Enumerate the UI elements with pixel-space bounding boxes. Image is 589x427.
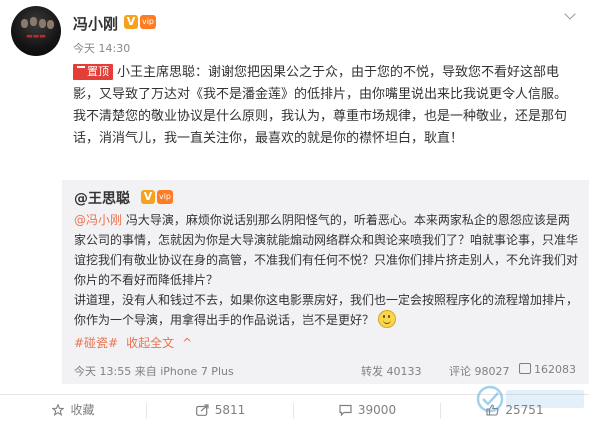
repost-box[interactable]: @王思聪 V vip @冯小刚 冯大导演，麻烦你说话别那么阴阳怪气的，听着恶心。… — [62, 180, 589, 384]
vip-badge-icon[interactable]: vip — [157, 190, 173, 204]
repost-comment-count[interactable]: 评论 98027 — [449, 363, 510, 379]
repost-text-part1: 冯大导演，麻烦你说话别那么阴阳怪气的，听着恶心。本来两家私企的恩怨应该是两家公司… — [74, 213, 579, 287]
vip-badge-icon[interactable]: vip — [140, 15, 156, 29]
mention-link[interactable]: @冯小刚 — [74, 213, 122, 227]
repost-text-part2: 讲道理，没有人和钱过不去，如果你这电影票房好，我们也一定会按照程序化的流程增加排… — [74, 293, 579, 327]
share-count: 5811 — [214, 403, 246, 417]
avatar-face — [39, 19, 46, 28]
pin-icon — [77, 66, 85, 76]
repost-like-count[interactable]: 162083 — [519, 363, 576, 376]
verified-badge-icon[interactable]: V — [141, 190, 155, 204]
pin-tag: 置顶 — [73, 64, 113, 80]
chevron-up-icon: ^ — [182, 336, 193, 350]
chevron-down-icon[interactable] — [564, 8, 576, 20]
star-icon — [52, 404, 65, 416]
post-time[interactable]: 今天 14:30 — [73, 40, 130, 56]
pin-label: 置顶 — [87, 65, 109, 78]
favorite-label: 收藏 — [70, 403, 95, 417]
author-name[interactable]: 冯小刚 — [73, 13, 118, 34]
post-text: 置顶 小王主席思聪：谢谢您把因果公之于众，由于您的不悦，导致您不看好这部电影，又导… — [73, 62, 578, 150]
site-watermark-logo — [476, 385, 584, 413]
hashtag-link[interactable]: #碰瓷# — [74, 336, 118, 350]
verified-badge-icon[interactable]: V — [124, 15, 138, 29]
share-icon — [195, 404, 209, 416]
author-avatar[interactable]: ▬▬▬ — [11, 6, 61, 56]
post-body: 小王主席思聪：谢谢您把因果公之于众，由于您的不悦，导致您不看好这部电影，又导致了… — [73, 65, 568, 146]
comment-button[interactable]: 39000 — [294, 395, 441, 427]
avatar-face — [21, 19, 28, 28]
repost-text: @冯小刚 冯大导演，麻烦你说话别那么阴阳怪气的，听着恶心。本来两家私企的恩怨应该… — [74, 210, 579, 330]
share-button[interactable]: 5811 — [147, 395, 294, 427]
comment-icon — [339, 404, 352, 416]
avatar-face — [30, 17, 37, 26]
repost-author[interactable]: @王思聪 — [74, 188, 130, 208]
collapse-link[interactable]: 收起全文 ^ — [126, 336, 200, 350]
weibo-post-card: ▬▬▬ 冯小刚 V vip 今天 14:30 置顶 小王主席思聪：谢谢您把因果公之… — [0, 0, 589, 427]
smile-emoji-icon — [377, 310, 396, 328]
avatar-poster-text: ▬▬▬ — [26, 31, 46, 40]
comment-count: 39000 — [357, 403, 397, 417]
repost-time-source[interactable]: 今天 13:55 来自 iPhone 7 Plus — [74, 363, 234, 379]
thumb-up-icon — [519, 363, 531, 374]
avatar-face — [47, 20, 54, 29]
favorite-button[interactable]: 收藏 — [0, 395, 147, 427]
repost-links: #碰瓷# 收起全文 ^ — [74, 334, 208, 351]
repost-forward-count[interactable]: 转发 40133 — [361, 363, 422, 379]
